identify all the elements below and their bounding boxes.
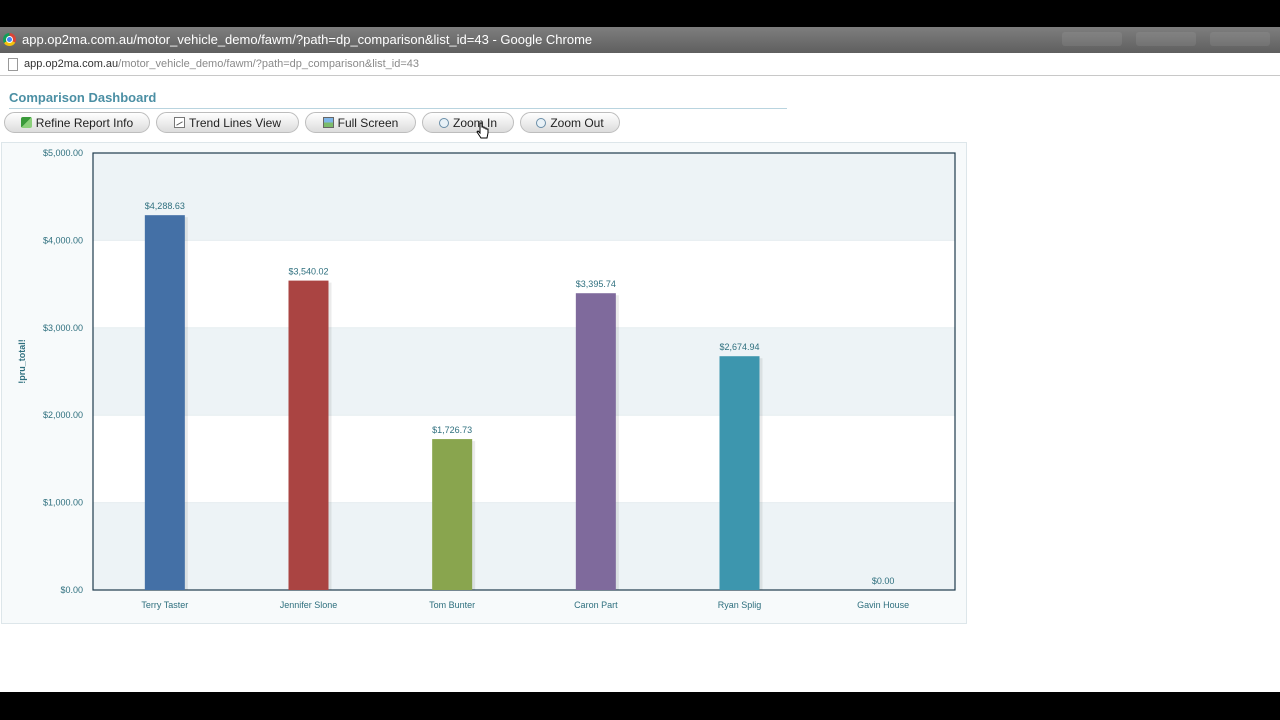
zoom-out-icon [536, 117, 547, 128]
x-category-label: Jennifer Slone [280, 600, 338, 610]
bar [288, 280, 329, 590]
zoom-out-button[interactable]: Zoom Out [520, 112, 620, 133]
page-title: Comparison Dashboard [9, 90, 157, 105]
chart-panel: $0.00 $1,000.00 $2,000.00 $3,000.00 $4,000.0… [1, 142, 967, 624]
y-tick-label: $0.00 [60, 585, 83, 595]
trend-lines-view-label: Trend Lines View [188, 115, 282, 130]
hand-cursor-icon [476, 122, 489, 139]
bar-value-label: $3,540.02 [288, 267, 328, 277]
page-icon [8, 58, 18, 71]
bar-value-label: $3,395.74 [576, 279, 616, 289]
title-divider [9, 108, 787, 109]
url-text[interactable]: app.op2ma.com.au/motor_vehicle_demo/fawm… [24, 53, 419, 75]
window-title: app.op2ma.com.au/motor_vehicle_demo/fawm… [22, 32, 593, 47]
window-controls [1062, 32, 1270, 46]
x-category-label: Tom Bunter [429, 600, 475, 610]
bar-value-label: $1,726.73 [432, 425, 472, 435]
window-control-blurred[interactable] [1210, 32, 1270, 46]
bar [575, 293, 616, 590]
x-category-label: Gavin House [857, 600, 909, 610]
x-category-label: Caron Part [574, 600, 618, 610]
refine-report-info-button[interactable]: Refine Report Info [4, 112, 150, 133]
zoom-in-label: Zoom In [452, 115, 497, 130]
page-content: Comparison Dashboard Refine Report Info … [0, 76, 1280, 692]
bar [432, 439, 473, 590]
trend-chart-icon [173, 117, 185, 128]
bar-value-label: $4,288.63 [145, 201, 185, 211]
y-axis-label: !pru_total! [17, 339, 27, 384]
x-category-label: Ryan Splig [718, 600, 762, 610]
chrome-icon [3, 33, 16, 46]
plot-band [93, 502, 955, 590]
x-category-label: Terry Taster [141, 600, 188, 610]
zoom-in-button[interactable]: Zoom In [422, 112, 514, 133]
url-host: app.op2ma.com.au [24, 58, 119, 70]
y-tick-label: $3,000.00 [43, 323, 83, 333]
y-tick-label: $4,000.00 [43, 235, 83, 245]
y-tick-label: $5,000.00 [43, 148, 83, 158]
url-path: /motor_vehicle_demo/fawm/?path=dp_compar… [118, 58, 420, 70]
comparison-bar-chart: $0.00 $1,000.00 $2,000.00 $3,000.00 $4,000.0… [17, 148, 956, 610]
window-control-blurred[interactable] [1136, 32, 1196, 46]
y-tick-label: $1,000.00 [43, 498, 83, 508]
address-bar[interactable]: app.op2ma.com.au/motor_vehicle_demo/fawm… [0, 53, 1280, 76]
trend-lines-view-button[interactable]: Trend Lines View [156, 112, 299, 133]
plot-band [93, 327, 955, 416]
bar-value-label: $2,674.94 [719, 342, 759, 352]
zoom-in-icon [438, 117, 449, 128]
window-control-blurred[interactable] [1062, 32, 1122, 46]
screen-bottom-bar [0, 692, 1280, 720]
full-screen-button[interactable]: Full Screen [305, 112, 416, 133]
refine-icon [20, 117, 32, 128]
bar-value-label: $0.00 [872, 576, 895, 586]
zoom-out-label: Zoom Out [550, 115, 604, 130]
bar [719, 356, 760, 590]
full-screen-label: Full Screen [337, 115, 399, 130]
plot-band [93, 153, 955, 241]
browser-titlebar: app.op2ma.com.au/motor_vehicle_demo/fawm… [0, 27, 1280, 53]
refine-report-info-label: Refine Report Info [35, 115, 134, 130]
bar [144, 215, 185, 590]
full-screen-icon [322, 117, 334, 128]
y-tick-label: $2,000.00 [43, 410, 83, 420]
